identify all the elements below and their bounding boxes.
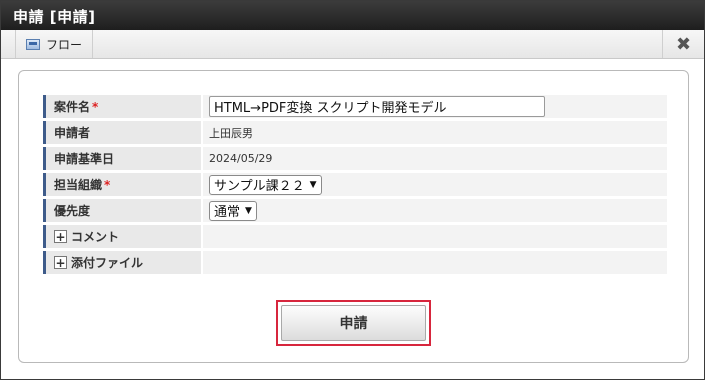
- organization-select[interactable]: サンプル課２２ ▼: [209, 174, 322, 195]
- expand-plus-icon: +: [54, 255, 67, 270]
- field-value-organization: サンプル課２２ ▼: [201, 173, 667, 196]
- chevron-down-icon: ▼: [309, 179, 317, 190]
- application-window: 申請 [申請] フロー ✖ 案件名* 申請者 上田辰男 申請基準日: [0, 0, 705, 380]
- window-title: 申請 [申請]: [1, 1, 704, 30]
- submit-button[interactable]: 申請: [281, 305, 426, 341]
- priority-selected: 通常: [214, 205, 241, 220]
- form-panel: 案件名* 申請者 上田辰男 申請基準日 2024/05/29 担当組織*: [18, 70, 689, 363]
- form-row-applicant: 申請者 上田辰男: [43, 121, 667, 144]
- required-marker: *: [104, 178, 111, 192]
- field-label-comment: + コメント: [43, 225, 201, 248]
- priority-select[interactable]: 通常 ▼: [209, 200, 257, 221]
- field-label-applicant: 申請者: [43, 121, 201, 144]
- expand-plus-icon: +: [54, 229, 67, 244]
- form-row-subject: 案件名 *: [43, 95, 667, 118]
- form-row-attachment: + 添付ファイル: [43, 251, 667, 274]
- organization-selected: サンプル課２２: [214, 179, 305, 194]
- close-icon[interactable]: ✖: [662, 30, 704, 58]
- field-label-attachment: + 添付ファイル: [43, 251, 201, 274]
- flow-icon: [26, 38, 40, 50]
- flow-button[interactable]: フロー: [15, 30, 93, 58]
- field-value-subject: [201, 95, 667, 118]
- field-value-priority: 通常 ▼: [201, 199, 667, 222]
- submit-highlight: 申請: [276, 300, 431, 346]
- field-label-base-date: 申請基準日: [43, 147, 201, 170]
- required-marker: *: [92, 100, 99, 114]
- field-label-subject: 案件名 *: [43, 95, 201, 118]
- chevron-down-icon: ▼: [245, 205, 252, 216]
- form-table: 案件名* 申請者 上田辰男 申請基準日 2024/05/29 担当組織*: [43, 92, 667, 277]
- label-text: 担当組織: [54, 178, 103, 192]
- attachment-expander[interactable]: + 添付ファイル: [54, 254, 143, 271]
- comment-expander[interactable]: + コメント: [54, 228, 119, 245]
- form-row-organization: 担当組織 * サンプル課２２ ▼: [43, 173, 667, 196]
- label-text: 案件名: [54, 100, 91, 114]
- comment-value: [201, 225, 667, 248]
- label-text: 添付ファイル: [71, 256, 144, 270]
- base-date-value: 2024/05/29: [201, 147, 667, 170]
- field-label-organization: 担当組織 *: [43, 173, 201, 196]
- form-row-base-date: 申請基準日 2024/05/29: [43, 147, 667, 170]
- applicant-value: 上田辰男: [201, 121, 667, 144]
- toolbar: フロー ✖: [1, 30, 704, 59]
- flow-label: フロー: [46, 37, 83, 52]
- field-label-priority: 優先度: [43, 199, 201, 222]
- form-row-priority: 優先度 通常 ▼: [43, 199, 667, 222]
- attachment-value: [201, 251, 667, 274]
- subject-input[interactable]: [209, 96, 545, 117]
- label-text: コメント: [71, 230, 120, 244]
- form-row-comment: + コメント: [43, 225, 667, 248]
